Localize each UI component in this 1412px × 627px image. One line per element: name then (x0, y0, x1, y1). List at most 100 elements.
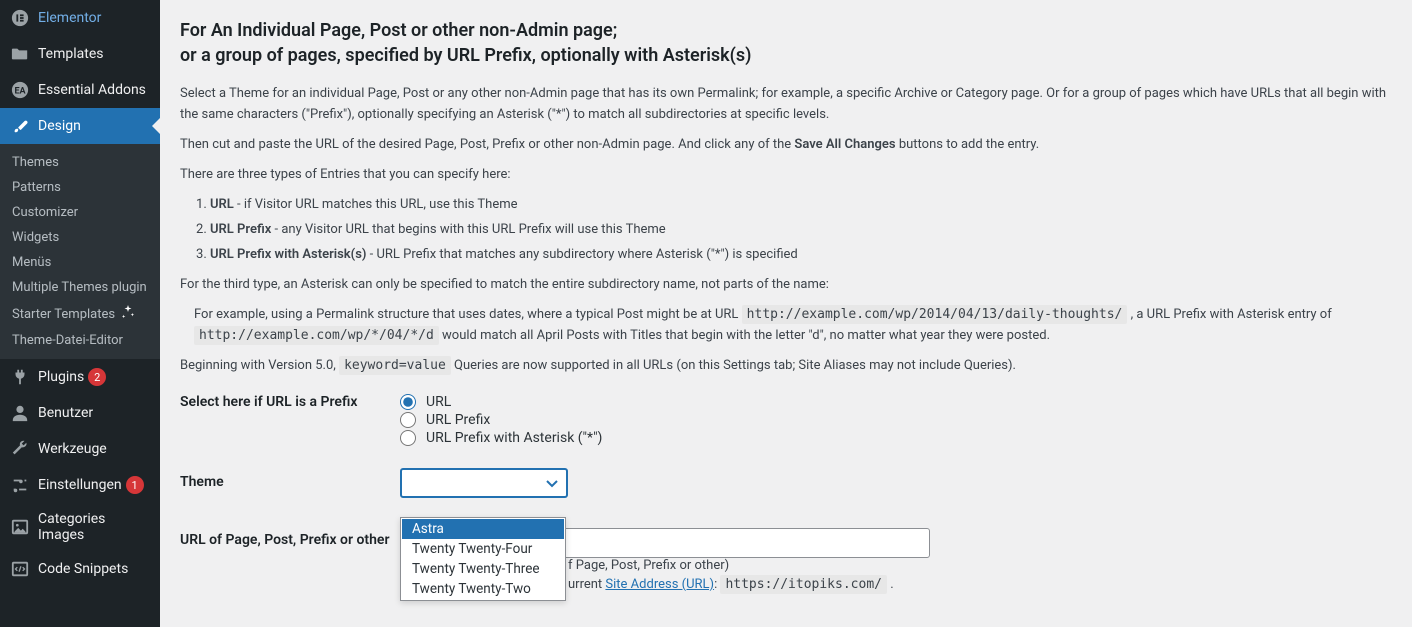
subitem-themes[interactable]: Themes (0, 150, 160, 175)
radio-label: URL (426, 394, 451, 410)
text: urrent (568, 577, 605, 592)
sidebar-item-design[interactable]: Design (0, 108, 160, 144)
row-prefix-type: Select here if URL is a Prefix URL URL P… (180, 394, 1392, 448)
sidebar-item-settings[interactable]: Einstellungen 1 (0, 467, 160, 503)
heading-line1: For An Individual Page, Post or other no… (180, 18, 1392, 43)
radio-label: URL Prefix with Asterisk ("*") (426, 430, 602, 446)
text: - URL Prefix that matches any subdirecto… (366, 247, 797, 262)
theme-select[interactable] (400, 468, 568, 498)
subitem-menus[interactable]: Menüs (0, 250, 160, 275)
list-item: URL Prefix - any Visitor URL that begins… (210, 220, 1392, 241)
sidebar-item-plugins[interactable]: Plugins 2 (0, 359, 160, 395)
radio-label: URL Prefix (426, 412, 490, 428)
dropdown-option-tt3[interactable]: Twenty Twenty-Three (402, 559, 564, 579)
example-p: For example, using a Permalink structure… (194, 305, 1392, 345)
text: f Page, Post, Prefix or other) (568, 558, 729, 573)
admin-sidebar: Elementor Templates EA Essential Addons … (0, 0, 160, 627)
row-url: URL of Page, Post, Prefix or other URL m… (180, 528, 1392, 558)
code: keyword=value (339, 356, 451, 375)
sidebar-item-essential-addons[interactable]: EA Essential Addons (0, 72, 160, 108)
code: http://example.com/wp/2014/04/13/daily-t… (742, 305, 1128, 324)
menu-label: Plugins (38, 369, 84, 385)
intro-p3: There are three types of Entries that yo… (180, 165, 1392, 185)
menu-label: Einstellungen (38, 477, 122, 493)
subitem-widgets[interactable]: Widgets (0, 225, 160, 250)
intro-p4: For the third type, an Asterisk can only… (180, 275, 1392, 295)
update-badge: 1 (126, 476, 144, 494)
text: would match all April Posts with Titles … (439, 328, 1050, 343)
control-theme: Astra Twenty Twenty-Four Twenty Twenty-T… (400, 468, 1392, 498)
sidebar-item-categories-images[interactable]: Categories Images (0, 503, 160, 551)
entry-types-list: URL - if Visitor URL matches this URL, u… (210, 195, 1392, 265)
bold: URL (210, 197, 234, 212)
code: http://example.com/wp/*/04/*/d (194, 326, 439, 345)
design-submenu: Themes Patterns Customizer Widgets Menüs… (0, 144, 160, 359)
dropdown-option-astra[interactable]: Astra (402, 519, 564, 539)
user-icon (10, 403, 30, 423)
intro-p1: Select a Theme for an individual Page, P… (180, 84, 1392, 124)
text: - any Visitor URL that begins with this … (271, 222, 665, 237)
wrench-icon (10, 439, 30, 459)
text: For example, using a Permalink structure… (194, 307, 742, 322)
subitem-multiple-themes[interactable]: Multiple Themes plugin (0, 275, 160, 300)
update-badge: 2 (88, 368, 106, 386)
menu-label: Design (38, 118, 81, 134)
elementor-icon (10, 8, 30, 28)
subitem-patterns[interactable]: Patterns (0, 175, 160, 200)
text: buttons to add the entry. (896, 137, 1040, 152)
folder-icon (10, 44, 30, 64)
help-fragment-3: urrent Site Address (URL): https://itopi… (568, 575, 894, 596)
sidebar-item-elementor[interactable]: Elementor (0, 0, 160, 36)
sidebar-item-code-snippets[interactable]: Code Snippets (0, 551, 160, 587)
list-item: URL - if Visitor URL matches this URL, u… (210, 195, 1392, 216)
menu-label: Templates (38, 46, 104, 62)
help-fragment-2: f Page, Post, Prefix or other) (568, 556, 729, 577)
label-prefix: Select here if URL is a Prefix (180, 394, 400, 410)
bold: URL Prefix with Asterisk(s) (210, 247, 366, 262)
subitem-customizer[interactable]: Customizer (0, 200, 160, 225)
list-item: URL Prefix with Asterisk(s) - URL Prefix… (210, 245, 1392, 266)
sliders-icon (10, 475, 30, 495)
control-prefix: URL URL Prefix URL Prefix with Asterisk … (400, 394, 1392, 448)
dropdown-option-tt2[interactable]: Twenty Twenty-Two (402, 579, 564, 599)
sidebar-item-users[interactable]: Benutzer (0, 395, 160, 431)
radio-input[interactable] (400, 412, 416, 428)
theme-dropdown: Astra Twenty Twenty-Four Twenty Twenty-T… (400, 517, 566, 601)
label-theme: Theme (180, 468, 400, 490)
section-heading: For An Individual Page, Post or other no… (180, 18, 1392, 68)
radio-url[interactable]: URL (400, 394, 1392, 410)
menu-label: Benutzer (38, 405, 93, 421)
text: , a URL Prefix with Asterisk entry of (1127, 307, 1331, 322)
sparkle-icon (121, 305, 135, 323)
radio-url-prefix-asterisk[interactable]: URL Prefix with Asterisk ("*") (400, 430, 1392, 446)
sidebar-item-tools[interactable]: Werkzeuge (0, 431, 160, 467)
menu-label: Code Snippets (38, 561, 128, 577)
subitem-label: Starter Templates (12, 307, 115, 322)
radio-url-prefix[interactable]: URL Prefix (400, 412, 1392, 428)
radio-input[interactable] (400, 430, 416, 446)
text: - if Visitor URL matches this URL, use t… (234, 197, 518, 212)
label-url: URL of Page, Post, Prefix or other (180, 528, 400, 548)
plug-icon (10, 367, 30, 387)
text: Beginning with Version 5.0, (180, 358, 339, 373)
menu-label: Categories Images (38, 511, 152, 543)
dropdown-option-tt4[interactable]: Twenty Twenty-Four (402, 539, 564, 559)
menu-label: Werkzeuge (38, 441, 107, 457)
menu-label: Essential Addons (38, 82, 146, 98)
text: Queries are now supported in all URLs (o… (451, 358, 1016, 373)
subitem-theme-editor[interactable]: Theme-Datei-Editor (0, 328, 160, 353)
brush-icon (10, 116, 30, 136)
intro-p2: Then cut and paste the URL of the desire… (180, 135, 1392, 155)
code-icon (10, 559, 30, 579)
content-area: For An Individual Page, Post or other no… (160, 0, 1412, 627)
site-address-link[interactable]: Site Address (URL) (605, 577, 714, 592)
svg-text:EA: EA (14, 87, 26, 97)
radio-input[interactable] (400, 394, 416, 410)
intro-p6: Beginning with Version 5.0, keyword=valu… (180, 356, 1392, 376)
text: . (887, 577, 894, 592)
heading-line2: or a group of pages, specified by URL Pr… (180, 43, 1392, 68)
sidebar-item-templates[interactable]: Templates (0, 36, 160, 72)
bold: URL Prefix (210, 222, 271, 237)
subitem-starter-templates[interactable]: Starter Templates (0, 300, 160, 328)
bold-text: Save All Changes (794, 137, 895, 152)
